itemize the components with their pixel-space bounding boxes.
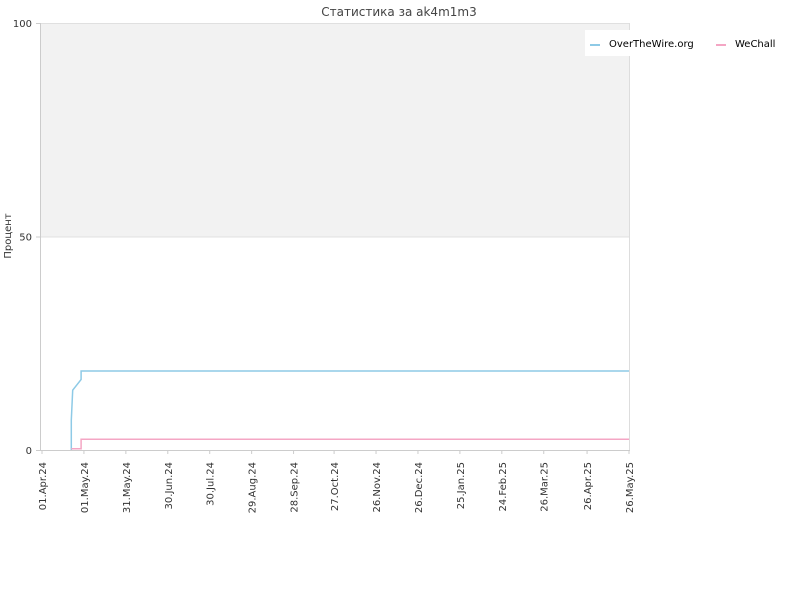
x-tick-label: 31.May.24 — [122, 462, 133, 513]
x-tick-label: 26.Dec.24 — [414, 462, 425, 513]
x-tick-label: 26.Nov.24 — [372, 462, 383, 513]
legend: OverTheWire.org WeChall — [585, 30, 785, 56]
x-tick-label: 24.Feb.25 — [498, 462, 509, 512]
x-tick-label: 26.Apr.25 — [583, 462, 594, 510]
y-axis-ticks: 0 50 100 — [13, 19, 40, 457]
y-tick-label: 50 — [19, 233, 32, 244]
x-tick-label: 01.May.24 — [80, 462, 91, 513]
line-chart: 0 50 100 01.Apr.24 01.May.24 31.May.24 30.Jun… — [3, 5, 785, 513]
y-axis-title: Процент — [3, 213, 14, 258]
y-tick-label: 100 — [13, 19, 32, 30]
x-tick-label: 30.Jun.24 — [164, 462, 175, 509]
x-tick-label: 26.Mar.25 — [540, 462, 551, 512]
x-axis-ticks: 01.Apr.24 01.May.24 31.May.24 30.Jun.24 30.J… — [38, 450, 636, 513]
y-tick-label: 0 — [26, 446, 32, 457]
x-tick-label: 01.Apr.24 — [38, 462, 49, 510]
x-tick-label: 25.Jan.25 — [456, 462, 467, 509]
chart-container: 0 50 100 01.Apr.24 01.May.24 31.May.24 30.Jun… — [0, 0, 800, 600]
shaded-band — [40, 23, 630, 237]
chart-title: Статистика за ak4m1m3 — [321, 5, 476, 19]
x-tick-label: 27.Oct.24 — [330, 462, 341, 511]
x-tick-label: 28.Sep.24 — [290, 462, 301, 513]
x-tick-label: 26.May.25 — [625, 462, 636, 513]
legend-label: OverTheWire.org — [609, 39, 694, 50]
x-tick-label: 30.Jul.24 — [206, 462, 217, 506]
x-tick-label: 29.Aug.24 — [248, 462, 259, 513]
legend-label: WeChall — [735, 39, 775, 50]
